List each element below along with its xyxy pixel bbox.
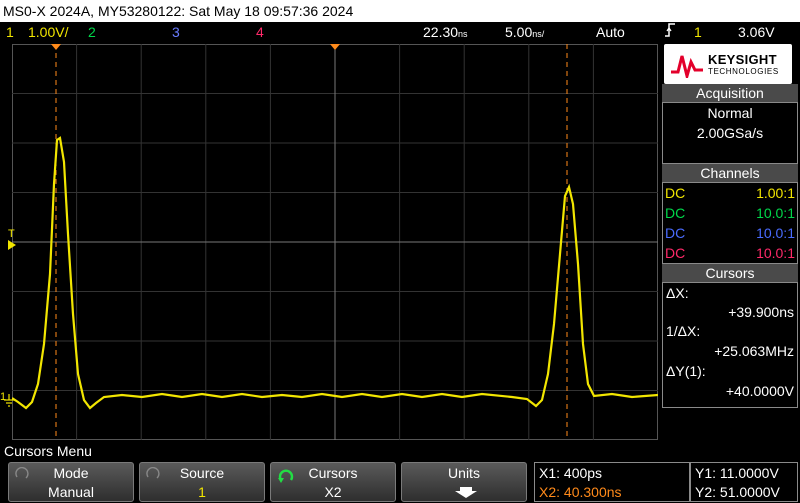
cursor-y-readout: Y1: 11.0000V Y2: 51.0000V xyxy=(690,462,798,502)
trigger-level-arrow-icon xyxy=(8,240,16,250)
trigger-mode[interactable]: Auto xyxy=(596,22,625,42)
brand-name: KEYSIGHT xyxy=(708,52,777,67)
mode-value: Manual xyxy=(48,484,94,500)
acquisition-heading[interactable]: Acquisition xyxy=(662,84,798,102)
channel-row[interactable]: DC 10.0:1 xyxy=(665,243,795,263)
cursors-softkey[interactable]: Cursors X2 xyxy=(270,462,396,502)
waveform-display[interactable] xyxy=(11,44,659,440)
cursor-x-readout: X1: 400ps X2: 40.300ns xyxy=(534,462,690,502)
mode-softkey[interactable]: Mode Manual xyxy=(8,462,134,502)
channels-heading[interactable]: Channels xyxy=(662,164,798,182)
units-label: Units xyxy=(448,465,480,481)
delta-y-value: +40.0000V xyxy=(725,383,794,399)
menu-title: Cursors Menu xyxy=(0,442,800,460)
rising-edge-icon xyxy=(664,22,676,43)
channel-row[interactable]: DC 10.0:1 xyxy=(665,203,795,223)
trigger-level-marker[interactable]: T xyxy=(8,228,15,240)
y1-readout: Y1: 11.0000V xyxy=(695,465,779,481)
inverse-delta-x-label: 1/ΔX: xyxy=(666,323,701,339)
trigger-position-marker xyxy=(330,44,340,50)
cursors-value: X2 xyxy=(324,484,342,500)
delta-x-label: ΔX: xyxy=(666,285,689,301)
acquisition-mode: Normal xyxy=(707,105,753,121)
sample-rate: 2.00GSa/s xyxy=(696,125,764,141)
y2-readout: Y2: 51.0000V xyxy=(695,484,780,500)
horizontal-delay[interactable]: 22.30ns xyxy=(423,22,468,44)
x2-readout: X2: 40.300ns xyxy=(539,484,622,500)
cursors-panel: ΔX: +39.900ns 1/ΔX: +25.063MHz ΔY(1): +4… xyxy=(662,282,798,408)
timebase-scale[interactable]: 5.00ns/ xyxy=(505,22,544,44)
window-title: MS0-X 2024A, MY53280122: Sat May 18 09:5… xyxy=(0,0,800,22)
trigger-level[interactable]: 3.06V xyxy=(738,22,775,42)
channels-panel: DC 1.00:1 DC 10.0:1 DC 10.0:1 DC 10.0:1 xyxy=(662,182,798,264)
source-value: 1 xyxy=(198,484,206,500)
acquisition-panel: Normal 2.00GSa/s xyxy=(662,102,798,164)
graticule xyxy=(11,44,659,440)
inverse-delta-x-value: +25.063MHz xyxy=(714,343,794,359)
keysight-wave-icon xyxy=(671,55,703,78)
cursors-heading[interactable]: Cursors xyxy=(662,264,798,282)
x1-readout: X1: 400ps xyxy=(539,465,603,481)
channel-4-label[interactable]: 4 xyxy=(256,22,264,42)
delta-y-label: ΔY(1): xyxy=(666,363,706,379)
channel-2-label[interactable]: 2 xyxy=(88,22,96,42)
ground-icon xyxy=(4,394,14,407)
channel-row[interactable]: DC 1.00:1 xyxy=(665,183,795,203)
channel-3-label[interactable]: 3 xyxy=(172,22,180,42)
submenu-arrow-icon xyxy=(455,487,477,498)
status-bar: 1 1.00V/ 2 3 4 22.30ns 5.00ns/ Auto 1 3.… xyxy=(0,22,800,42)
channel-1-number[interactable]: 1 xyxy=(6,22,14,42)
cursors-label: Cursors xyxy=(308,465,358,481)
channel-1-scale[interactable]: 1.00V/ xyxy=(28,22,68,42)
source-softkey[interactable]: Source 1 xyxy=(139,462,265,502)
trigger-source[interactable]: 1 xyxy=(694,22,702,42)
keysight-logo: KEYSIGHT TECHNOLOGIES xyxy=(664,44,792,84)
units-softkey[interactable]: Units xyxy=(401,462,527,502)
source-label: Source xyxy=(179,465,225,481)
mode-label: Mode xyxy=(53,465,89,481)
brand-subtitle: TECHNOLOGIES xyxy=(708,67,779,76)
channel-row[interactable]: DC 10.0:1 xyxy=(665,223,795,243)
delta-x-value: +39.900ns xyxy=(728,304,794,320)
